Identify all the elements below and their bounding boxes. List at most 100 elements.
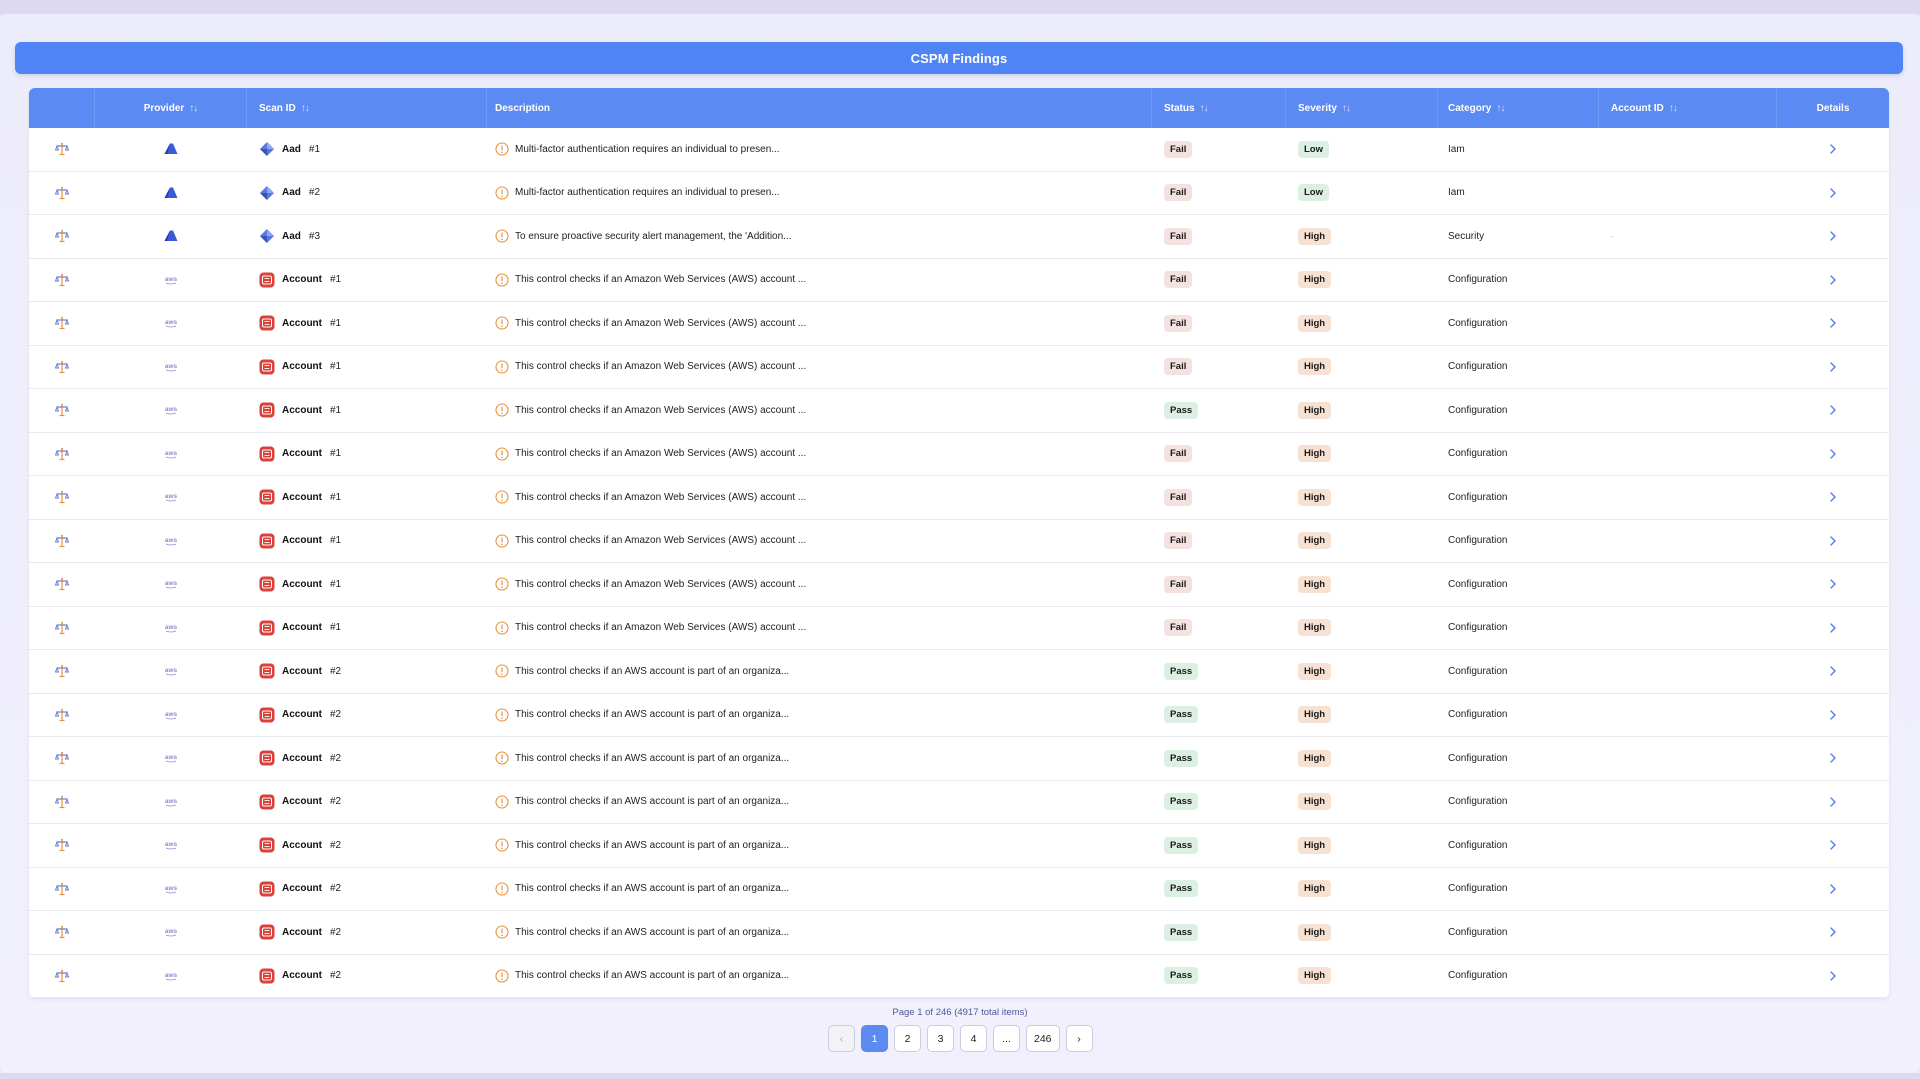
column-header-severity[interactable]: Severity ↑↓ <box>1286 88 1438 128</box>
category-text: Configuration <box>1448 448 1508 460</box>
aws-logo-icon: aws <box>163 275 179 285</box>
table-row[interactable]: aws Account #2 This control checks if an AW… <box>29 650 1889 694</box>
page-button[interactable]: 3 <box>927 1025 954 1052</box>
status-badge: Fail <box>1164 488 1193 506</box>
chevron-right-icon[interactable] <box>1828 448 1838 460</box>
chevron-right-icon[interactable] <box>1828 317 1838 329</box>
category-text: Configuration <box>1448 535 1508 547</box>
category-text: Configuration <box>1448 883 1508 895</box>
chevron-right-icon[interactable] <box>1828 622 1838 634</box>
severity-badge: Low <box>1298 140 1329 158</box>
chevron-right-icon[interactable] <box>1828 796 1838 808</box>
chevron-right-icon[interactable] <box>1828 143 1838 155</box>
chevron-right-icon[interactable] <box>1828 709 1838 721</box>
table-row[interactable]: Aad #3 To ensure proactive security alert … <box>29 215 1889 259</box>
column-header-category[interactable]: Category ↑↓ <box>1438 88 1599 128</box>
scale-icon <box>55 447 69 461</box>
aws-logo-icon: aws <box>163 318 179 328</box>
table-row[interactable]: aws Account #1 This control checks if an Am… <box>29 346 1889 389</box>
chevron-right-icon[interactable] <box>1828 578 1838 590</box>
severity-badge: High <box>1298 532 1332 550</box>
table-row[interactable]: aws Account #1 This control checks if an Am… <box>29 259 1889 302</box>
prev-page-button[interactable]: ‹ <box>828 1025 855 1052</box>
description-cell: This control checks if an Amazon Web Ser… <box>487 476 1152 519</box>
aws-logo-icon: aws <box>163 753 179 763</box>
next-page-button[interactable]: › <box>1065 1025 1093 1052</box>
sort-icon[interactable]: ↑↓ <box>1496 103 1505 114</box>
description-cell: This control checks if an Amazon Web Ser… <box>487 302 1152 345</box>
provider-cell: aws <box>95 563 247 606</box>
scan-id-cell: Account #2 <box>247 781 487 824</box>
table-row[interactable]: aws Account #1 This control checks if an Am… <box>29 563 1889 607</box>
table-row[interactable]: aws Account #2 This control checks if an AW… <box>29 737 1889 781</box>
chevron-right-icon[interactable] <box>1828 187 1838 199</box>
chevron-right-icon[interactable] <box>1828 361 1838 373</box>
column-header-scan-id[interactable]: Scan ID ↑↓ <box>247 88 487 128</box>
scale-icon <box>55 229 69 243</box>
chevron-right-icon[interactable] <box>1828 535 1838 547</box>
aws-service-icon <box>259 315 275 331</box>
chevron-right-icon[interactable] <box>1828 274 1838 286</box>
page-button[interactable]: 246 <box>1026 1025 1060 1052</box>
page-button[interactable]: 1 <box>861 1025 888 1052</box>
column-header-account-id[interactable]: Account ID ↑↓ <box>1599 88 1777 128</box>
info-icon <box>495 142 509 156</box>
column-header-provider[interactable]: Provider ↑↓ <box>95 88 247 128</box>
sort-icon[interactable]: ↑↓ <box>1342 103 1351 114</box>
svg-text:aws: aws <box>165 667 178 674</box>
table-row[interactable]: aws Account #2 This control checks if an AW… <box>29 868 1889 911</box>
status-badge: Pass <box>1164 401 1199 419</box>
table-row[interactable]: aws Account #1 This control checks if an Am… <box>29 302 1889 346</box>
table-row[interactable]: Aad #1 Multi-factor authentication require… <box>29 128 1889 172</box>
pagination-info: Page 1 of 246 (4917 total items) <box>892 1007 1028 1018</box>
info-icon <box>495 577 509 591</box>
chevron-right-icon[interactable] <box>1828 491 1838 503</box>
status-badge: Pass <box>1164 836 1199 854</box>
chevron-right-icon[interactable] <box>1828 926 1838 938</box>
info-icon <box>495 534 509 548</box>
status-badge: Fail <box>1164 140 1193 158</box>
severity-badge: High <box>1298 619 1332 637</box>
severity-cell: High <box>1286 911 1438 954</box>
table-row[interactable]: aws Account #1 This control checks if an Am… <box>29 520 1889 563</box>
table-row[interactable]: Aad #2 Multi-factor authentication require… <box>29 172 1889 215</box>
sort-icon[interactable]: ↑↓ <box>301 103 310 114</box>
table-row[interactable]: aws Account #1 This control checks if an Am… <box>29 476 1889 520</box>
row-icon-cell <box>29 911 95 954</box>
scan-name: Account <box>282 839 322 851</box>
chevron-right-icon[interactable] <box>1828 404 1838 416</box>
info-icon <box>495 708 509 722</box>
chevron-right-icon[interactable] <box>1828 665 1838 677</box>
row-icon-cell <box>29 346 95 389</box>
table-row[interactable]: aws Account #2 This control checks if an AW… <box>29 911 1889 955</box>
table-row[interactable]: aws Account #2 This control checks if an AW… <box>29 694 1889 737</box>
table-row[interactable]: aws Account #2 This control checks if an AW… <box>29 781 1889 824</box>
table-row[interactable]: aws Account #1 This control checks if an Am… <box>29 389 1889 433</box>
table-row[interactable]: aws Account #1 This control checks if an Am… <box>29 607 1889 650</box>
scan-id-cell: Account #1 <box>247 389 487 432</box>
table-row[interactable]: aws Account #2 This control checks if an AW… <box>29 824 1889 868</box>
chevron-right-icon[interactable] <box>1828 752 1838 764</box>
info-icon <box>495 229 509 243</box>
account-id-cell <box>1599 563 1777 606</box>
chevron-right-icon[interactable] <box>1828 970 1838 982</box>
table-row[interactable]: aws Account #1 This control checks if an Am… <box>29 433 1889 476</box>
svg-text:aws: aws <box>165 363 178 370</box>
scan-name: Account <box>282 317 322 329</box>
sort-icon[interactable]: ↑↓ <box>189 103 198 114</box>
page-button[interactable]: 2 <box>894 1025 921 1052</box>
category-cell: Configuration <box>1438 737 1599 780</box>
sort-icon[interactable]: ↑↓ <box>1669 103 1678 114</box>
row-icon-cell <box>29 215 95 258</box>
chevron-right-icon[interactable] <box>1828 230 1838 242</box>
svg-text:aws: aws <box>165 841 178 848</box>
chevron-right-icon[interactable] <box>1828 839 1838 851</box>
aws-service-icon <box>259 750 275 766</box>
details-cell <box>1777 346 1889 389</box>
chevron-right-icon[interactable] <box>1828 883 1838 895</box>
table-row[interactable]: aws Account #2 This control checks if an AW… <box>29 955 1889 998</box>
page-button[interactable]: 4 <box>960 1025 987 1052</box>
row-icon-cell <box>29 389 95 432</box>
column-header-status[interactable]: Status ↑↓ <box>1152 88 1286 128</box>
sort-icon[interactable]: ↑↓ <box>1200 103 1209 114</box>
